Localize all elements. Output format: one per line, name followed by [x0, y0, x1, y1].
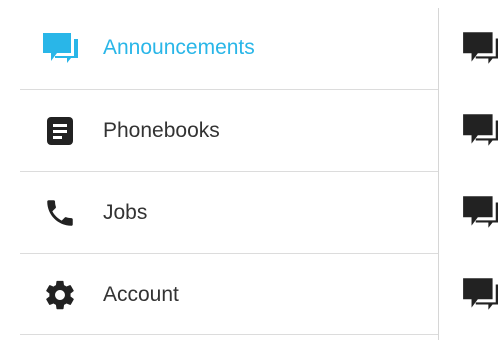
- menu-item-label: Phonebooks: [103, 119, 220, 142]
- side-menu: Announcements Phonebooks Jobs Account: [0, 0, 438, 340]
- menu-item-label: Announcements: [103, 36, 255, 59]
- phone-icon: [40, 193, 80, 233]
- menu-item-phonebooks[interactable]: Phonebooks: [0, 90, 438, 172]
- chat-bubble-icon: [461, 276, 498, 312]
- menu-item-label: Account: [103, 283, 179, 306]
- menu-item-label: Jobs: [103, 201, 148, 224]
- menu-item-account[interactable]: Account: [0, 254, 438, 336]
- chat-bubble-icon: [461, 194, 498, 230]
- app-window: Announcements Phonebooks Jobs Account: [0, 0, 498, 340]
- menu-item-jobs[interactable]: Jobs: [0, 172, 438, 254]
- gear-icon: [40, 275, 80, 315]
- chat-bubble-icon: [461, 30, 498, 66]
- menu-item-announcements[interactable]: Announcements: [0, 7, 438, 89]
- content-pane-peek[interactable]: [439, 0, 498, 340]
- menu-divider: [20, 334, 438, 335]
- chat-bubble-icon: [40, 28, 80, 68]
- document-icon: [40, 111, 80, 151]
- chat-bubble-icon: [461, 112, 498, 148]
